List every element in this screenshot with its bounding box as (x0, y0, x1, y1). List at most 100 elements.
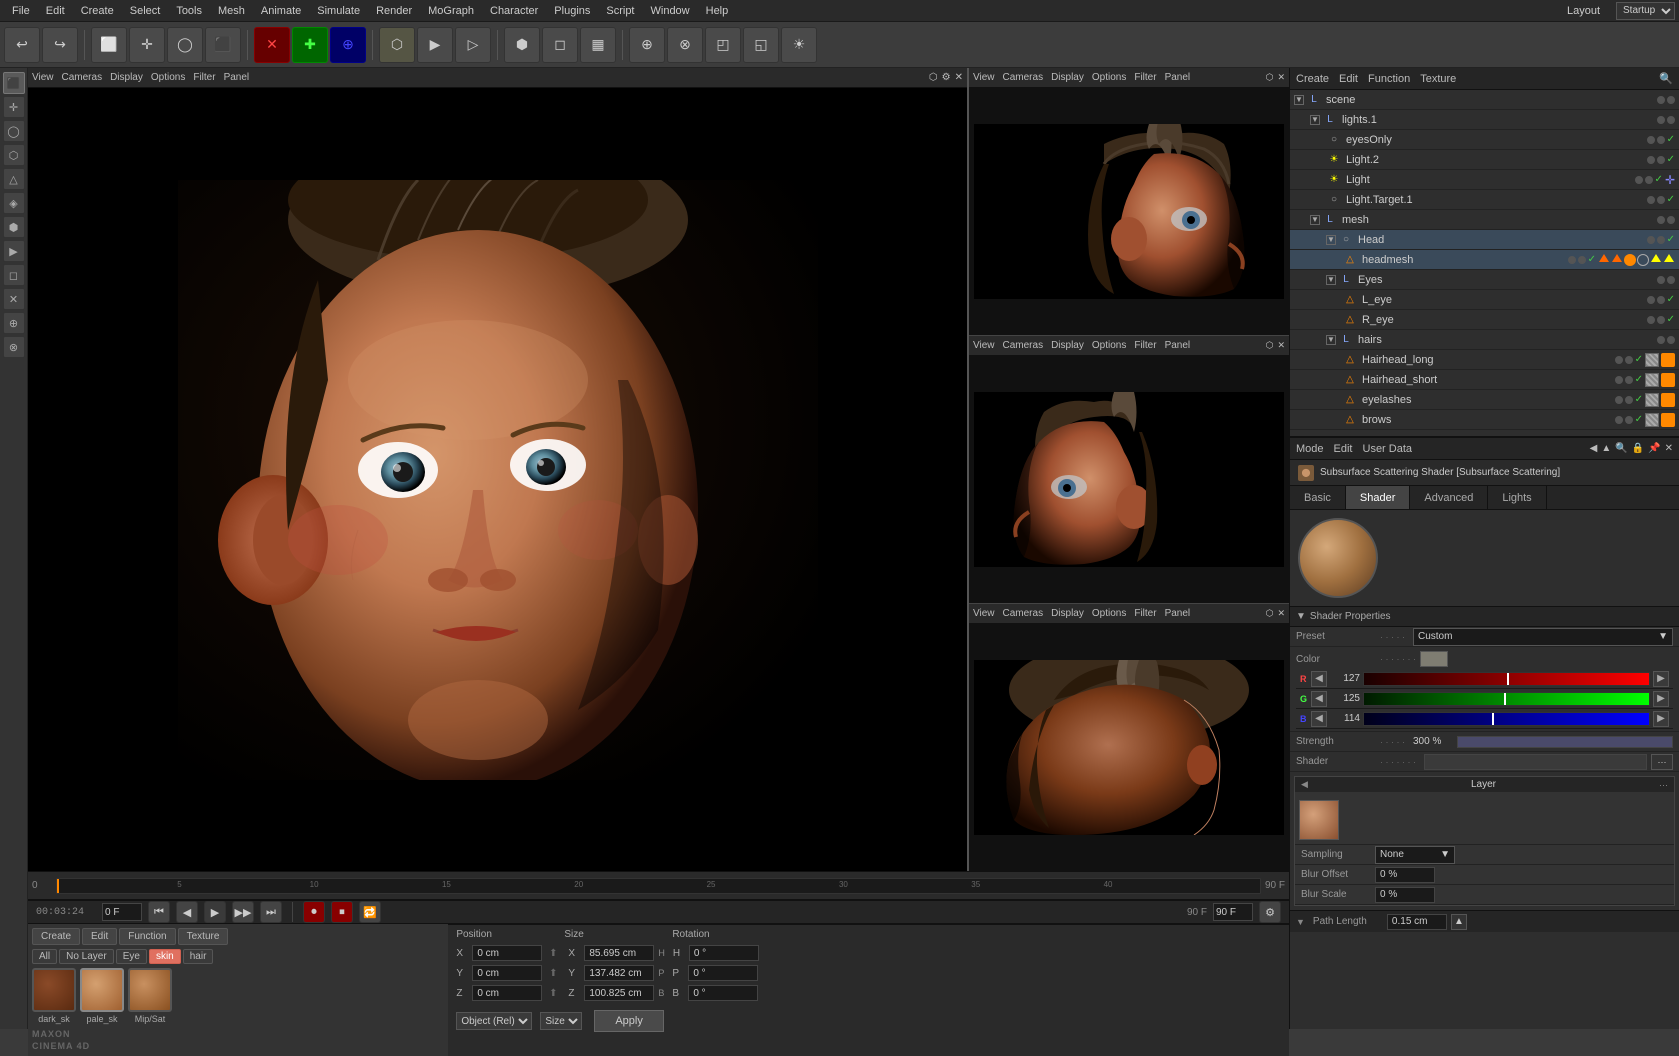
obj-hairs[interactable]: ▼ L hairs (1290, 330, 1679, 350)
hm-dot2[interactable] (1578, 256, 1586, 264)
tab-function[interactable]: Function (119, 928, 175, 945)
sampling-dropdown[interactable]: None ▼ (1375, 846, 1455, 864)
viewport-bot-right[interactable]: View Cameras Display Options Filter Pane… (969, 604, 1289, 871)
color-preview[interactable] (1420, 651, 1448, 667)
left-viewport[interactable]: View Cameras Display Options Filter Pane… (28, 68, 969, 871)
scene-expand[interactable]: ▼ (1294, 95, 1304, 105)
select-tool-btn[interactable]: ⬜ (91, 27, 127, 63)
lights1-dot2[interactable] (1667, 116, 1675, 124)
vp-tr-view[interactable]: View (973, 72, 995, 83)
record-btn[interactable]: ⏺ (303, 901, 325, 923)
scale-tool-btn[interactable]: ⬛ (205, 27, 241, 63)
re-dot2[interactable] (1657, 316, 1665, 324)
obj-hairshort[interactable]: △ Hairhead_short ✓ (1290, 370, 1679, 390)
vp-tr-options[interactable]: Options (1092, 72, 1126, 83)
filter-skin[interactable]: skin (149, 949, 181, 964)
mesh-dot1[interactable] (1657, 216, 1665, 224)
menu-tools[interactable]: Tools (168, 3, 210, 19)
size-x-input[interactable] (584, 945, 654, 961)
head-expand[interactable]: ▼ (1326, 235, 1336, 245)
rotate-tool-btn[interactable]: ◯ (167, 27, 203, 63)
obj-reye[interactable]: △ R_eye ✓ (1290, 310, 1679, 330)
obj-lights1[interactable]: ▼ L lights.1 (1290, 110, 1679, 130)
obj-search-icon[interactable]: 🔍 (1659, 72, 1673, 85)
blur-scale-input[interactable] (1375, 887, 1435, 903)
shader-slot[interactable] (1424, 754, 1647, 770)
tool-11[interactable]: ⊕ (3, 312, 25, 334)
vp-tr-panel[interactable]: Panel (1165, 72, 1191, 83)
swatch-darksk[interactable]: dark_sk (32, 968, 76, 1024)
menu-script[interactable]: Script (598, 3, 642, 19)
size-z-input[interactable] (584, 985, 654, 1001)
swatch-mipsat[interactable]: Mip/Sat (128, 968, 172, 1024)
tab-create[interactable]: Create (32, 928, 80, 945)
menu-create[interactable]: Create (73, 3, 122, 19)
array-btn[interactable]: ▦ (580, 27, 616, 63)
lt-dot1[interactable] (1647, 196, 1655, 204)
tool-10[interactable]: ✕ (3, 288, 25, 310)
r-up-btn[interactable]: ▶ (1653, 671, 1669, 687)
loop-btn[interactable]: 🔁 (359, 901, 381, 923)
viewport-btn[interactable]: ⬢ (504, 27, 540, 63)
vp-view[interactable]: View (32, 72, 54, 83)
scene-dot2[interactable] (1667, 96, 1675, 104)
stop-btn[interactable]: ⏹ (331, 901, 353, 923)
undo-btn[interactable]: ↩ (4, 27, 40, 63)
menu-animate[interactable]: Animate (253, 3, 309, 19)
redo-btn[interactable]: ↪ (42, 27, 78, 63)
frame-input[interactable] (102, 903, 142, 921)
shader-props-header[interactable]: ▼ Shader Properties (1290, 607, 1679, 627)
tool-5[interactable]: △ (3, 168, 25, 190)
r-bar[interactable] (1363, 672, 1650, 686)
obj-light[interactable]: ☀ Light ✓ ✛ (1290, 170, 1679, 190)
vp-mr-settings[interactable]: ⬡ (1266, 340, 1274, 351)
vp-panel[interactable]: Panel (224, 72, 250, 83)
menu-edit[interactable]: Edit (38, 3, 73, 19)
vp-mr-panel[interactable]: Panel (1165, 340, 1191, 351)
menu-file[interactable]: File (4, 3, 38, 19)
vp-options[interactable]: Options (151, 72, 185, 83)
pos-z-input[interactable] (472, 985, 542, 1001)
path-length-arrow[interactable]: ▲ (1451, 914, 1467, 930)
mirror-btn[interactable]: ⊗ (667, 27, 703, 63)
b-up-btn[interactable]: ▶ (1653, 711, 1669, 727)
vp-mr-view[interactable]: View (973, 340, 995, 351)
rot-b-input[interactable] (688, 985, 758, 1001)
tab-texture[interactable]: Texture (178, 928, 229, 945)
attr-fwd-icon[interactable]: ▲ (1601, 443, 1611, 454)
layer-right-btn[interactable]: ··· (1659, 780, 1668, 790)
light-dot1[interactable] (1635, 176, 1643, 184)
menu-character[interactable]: Character (482, 3, 546, 19)
strength-bar[interactable] (1457, 736, 1673, 748)
vp-filter[interactable]: Filter (193, 72, 215, 83)
b-down-btn[interactable]: ◀ (1311, 711, 1327, 727)
vp-br-close[interactable]: ✕ (1277, 608, 1285, 619)
render-region-btn[interactable]: ▶ (417, 27, 453, 63)
obj-headmesh[interactable]: △ headmesh ✓ (1290, 250, 1679, 270)
shader-btn[interactable]: ··· (1651, 754, 1673, 770)
eyes-dot2[interactable] (1667, 276, 1675, 284)
play-btn[interactable]: ▶ (204, 901, 226, 923)
menu-mograph[interactable]: MoGraph (420, 3, 482, 19)
vp-mr-filter[interactable]: Filter (1134, 340, 1156, 351)
attr-edit[interactable]: Edit (1334, 443, 1353, 455)
vp-br-settings[interactable]: ⬡ (1266, 608, 1274, 619)
g-up-btn[interactable]: ▶ (1653, 691, 1669, 707)
viewport-mid-right[interactable]: View Cameras Display Options Filter Pane… (969, 336, 1289, 604)
menu-simulate[interactable]: Simulate (309, 3, 368, 19)
tool-6[interactable]: ◈ (3, 192, 25, 214)
obj-brows[interactable]: △ brows ✓ (1290, 410, 1679, 430)
vp-tr-cameras[interactable]: Cameras (1003, 72, 1044, 83)
vp-settings-icon[interactable]: ⚙ (942, 72, 951, 83)
attr-lock-icon[interactable]: 🔒 (1632, 443, 1644, 454)
le-dot2[interactable] (1657, 296, 1665, 304)
le-dot1[interactable] (1647, 296, 1655, 304)
filter-eye[interactable]: Eye (116, 949, 147, 964)
g-bar[interactable] (1363, 692, 1650, 706)
z-btn[interactable]: ⊕ (330, 27, 366, 63)
g-down-btn[interactable]: ◀ (1311, 691, 1327, 707)
menu-plugins[interactable]: Plugins (546, 3, 598, 19)
hs-dot2[interactable] (1625, 376, 1633, 384)
vp-mr-display[interactable]: Display (1051, 340, 1084, 351)
tool-scale[interactable]: ⬡ (3, 144, 25, 166)
